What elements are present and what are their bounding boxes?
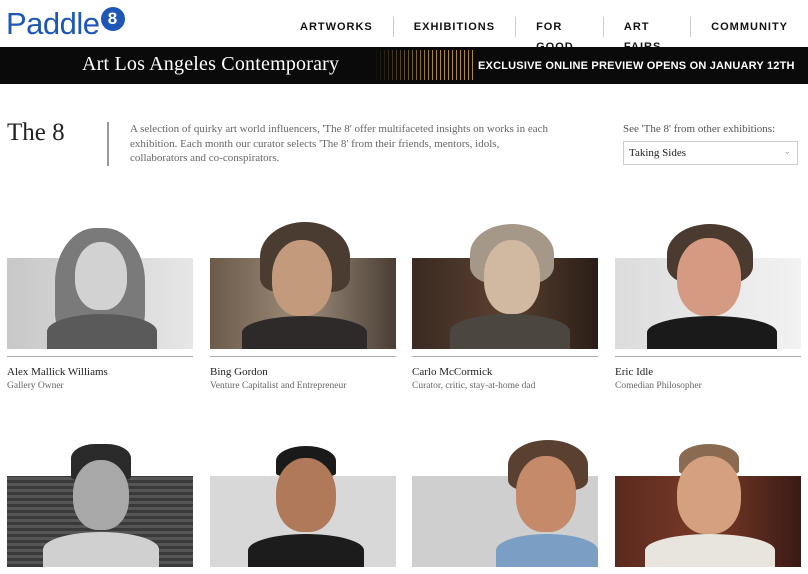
logo-badge: 8 [100, 7, 125, 31]
exhibition-select-value: Taking Sides [629, 147, 686, 159]
person-card[interactable] [412, 222, 598, 349]
person-photo[interactable] [615, 444, 801, 567]
nav-art-fairs[interactable]: ART FAIRS [602, 17, 690, 53]
person-photo[interactable] [210, 446, 396, 567]
person-photo[interactable] [412, 440, 598, 567]
person-card[interactable] [412, 440, 598, 567]
person-card[interactable] [615, 222, 801, 349]
person-role: Comedian Philosopher [615, 381, 702, 391]
nav-exhibitions[interactable]: EXHIBITIONS [392, 17, 515, 37]
person-name[interactable]: Eric Idle [615, 366, 653, 378]
person-photo[interactable] [210, 222, 396, 349]
nav-for-good[interactable]: FOR GOOD [515, 17, 603, 53]
person-role: Curator, critic, stay-at-home dad [412, 381, 536, 391]
person-photo[interactable] [7, 228, 193, 349]
person-card[interactable] [615, 440, 801, 567]
top-navigation: Paddle 8 ARTWORKS EXHIBITIONS FOR GOOD A… [0, 0, 808, 53]
person-card[interactable] [7, 222, 193, 349]
logo-wordmark: Paddle [6, 6, 100, 41]
page-title: The 8 [7, 119, 65, 146]
banner-cta[interactable]: EXCLUSIVE ONLINE PREVIEW OPENS ON JANUAR… [478, 60, 795, 72]
person-photo[interactable] [412, 224, 598, 349]
other-exhibitions-label: See 'The 8' from other exhibitions: [623, 123, 776, 135]
person-photo[interactable] [615, 224, 801, 349]
person-name[interactable]: Bing Gordon [210, 366, 268, 378]
person-card[interactable] [210, 440, 396, 567]
exhibition-select[interactable]: Taking Sides ⌄ [623, 141, 798, 165]
person-photo[interactable] [7, 444, 193, 567]
person-card[interactable] [7, 440, 193, 567]
card-divider [615, 356, 801, 357]
card-divider [7, 356, 193, 357]
person-card[interactable] [210, 222, 396, 349]
intro-description: A selection of quirky art world influenc… [130, 123, 548, 164]
banner-title[interactable]: Art Los Angeles Contemporary [82, 53, 339, 76]
card-divider [210, 356, 396, 357]
title-divider [107, 122, 109, 166]
person-role: Venture Capitalist and Entrepreneur [210, 381, 347, 391]
nav-artworks[interactable]: ARTWORKS [284, 17, 393, 37]
person-role: Gallery Owner [7, 381, 64, 391]
card-divider [412, 356, 598, 357]
banner-stripes-decoration [372, 50, 476, 80]
exhibition-banner[interactable]: Art Los Angeles Contemporary EXCLUSIVE O… [0, 47, 808, 84]
person-name[interactable]: Alex Mallick Williams [7, 366, 108, 378]
nav-community[interactable]: COMMUNITY [690, 17, 808, 37]
chevron-down-icon: ⌄ [783, 147, 791, 157]
person-name[interactable]: Carlo McCormick [412, 366, 492, 378]
main-menu: ARTWORKS EXHIBITIONS FOR GOOD ART FAIRS … [284, 17, 808, 53]
paddle8-logo[interactable]: Paddle 8 [6, 5, 125, 43]
